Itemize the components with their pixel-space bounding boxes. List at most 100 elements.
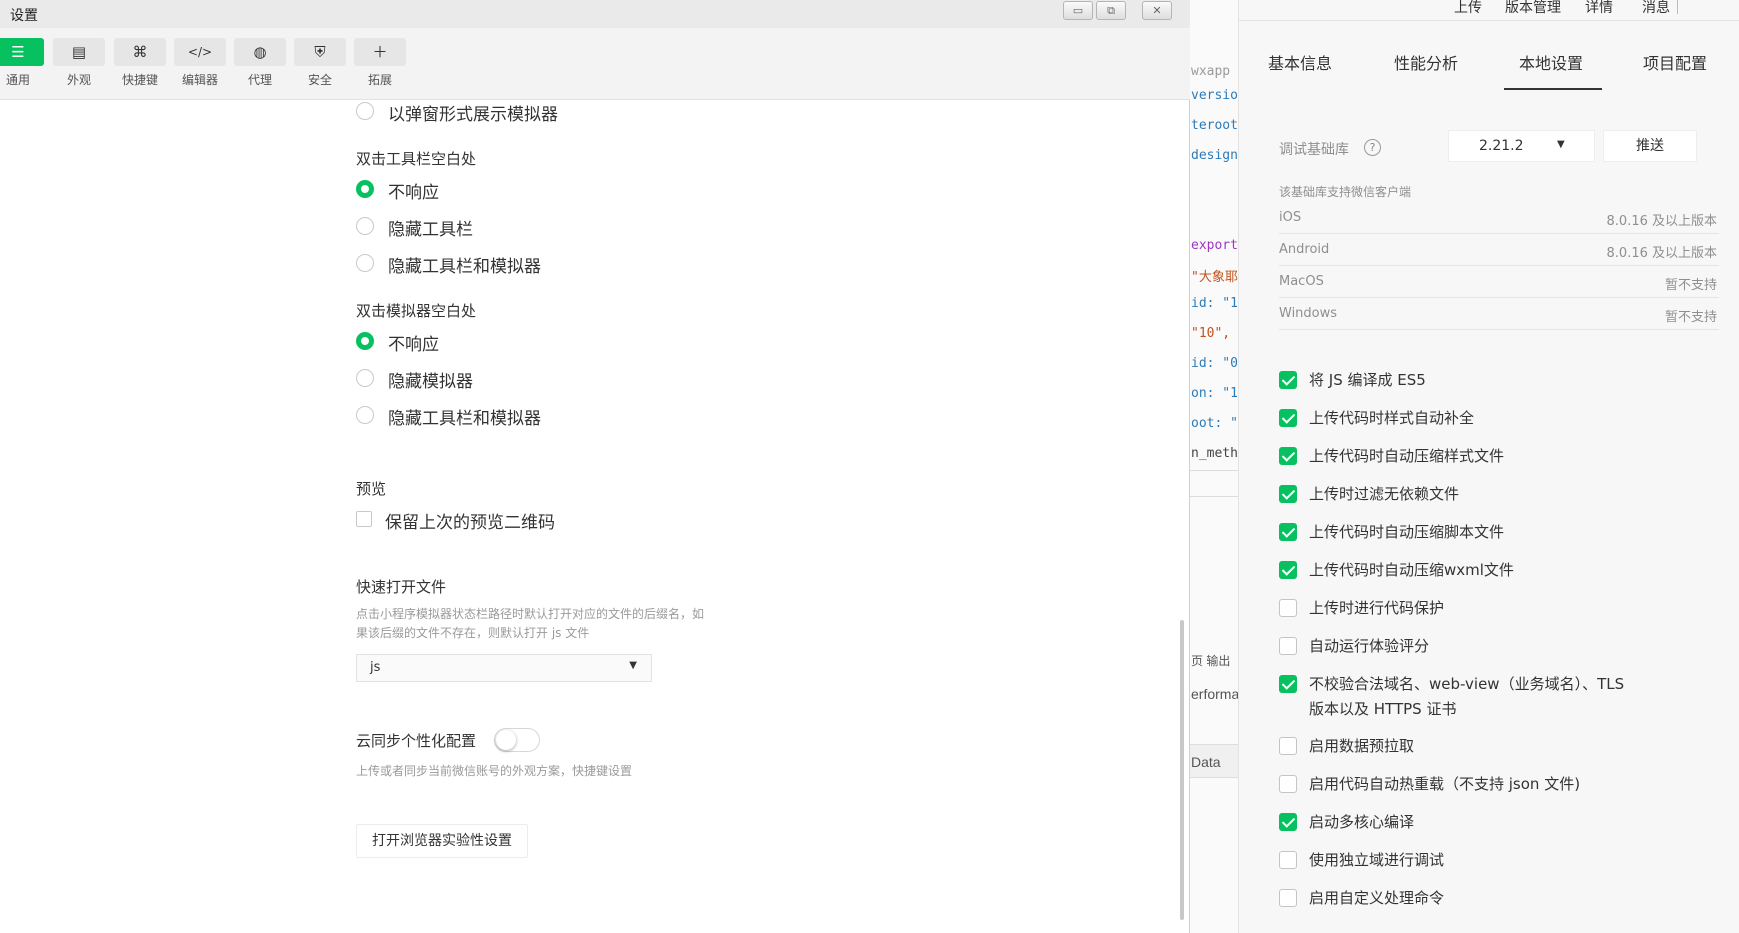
dblclick-simulator-hide-simulator-label: 隐藏模拟器 [388,372,473,392]
code-line: "10", [1191,326,1231,341]
code-editor-strip: wxapp version teroot design_ exports "大象… [1190,0,1238,933]
data-prefetch-checkbox[interactable] [1279,737,1297,755]
menu-version-management[interactable]: 版本管理 [1505,0,1561,17]
restore-icon[interactable]: ⧉ [1096,1,1126,20]
hot-reload-checkbox[interactable] [1279,775,1297,793]
style-autoprefix-checkbox[interactable] [1279,409,1297,427]
code-line: design_ [1191,148,1238,163]
divider [1279,233,1719,234]
menu-details[interactable]: 详情 [1585,0,1613,17]
devtools-tab-label[interactable]: Data [1191,754,1221,770]
cloud-sync-toggle[interactable] [494,728,540,752]
tab-label: 快捷键 [121,73,158,87]
es5-label: 将 JS 编译成 ES5 [1309,371,1426,389]
quick-open-hint-line1: 点击小程序模拟器状态栏路径时默认打开对应的文件的后缀名，如 [356,607,705,621]
tab-label: 拓展 [367,73,392,87]
platform-value-macos: 暂不支持 [1664,278,1717,293]
tab-editor[interactable]: </> 编辑器 [174,38,226,88]
globe-icon: ◍ [234,38,286,66]
tab-local-settings[interactable]: 本地设置 [1519,50,1583,74]
support-title: 该基础库支持微信客户端 [1279,185,1412,199]
dblclick-toolbar-hide-both-label: 隐藏工具栏和模拟器 [388,257,541,277]
tab-label: 通用 [5,73,30,87]
keep-qrcode-checkbox[interactable] [356,511,372,527]
tab-basic-info[interactable]: 基本信息 [1268,50,1332,74]
code-protect-checkbox[interactable] [1279,599,1297,617]
tab-security[interactable]: ⛨ 安全 [294,38,346,88]
minify-style-label: 上传代码时自动压缩样式文件 [1309,447,1505,465]
divider [1239,20,1739,21]
debug-lib-version-value: 2.21.2 [1479,138,1524,154]
toggle-knob [496,730,516,750]
window-icon: ▤ [53,38,105,66]
hot-reload-label: 启用代码自动热重载（不支持 json 文件) [1309,775,1581,793]
debug-lib-version-select[interactable]: 2.21.2 ▼ [1448,130,1595,162]
menu-upload[interactable]: 上传 [1454,0,1482,17]
cloud-sync-title: 云同步个性化配置 [356,732,477,750]
auto-audit-checkbox[interactable] [1279,637,1297,655]
shield-icon: ⛨ [294,38,346,66]
platform-name-windows: Windows [1279,306,1338,321]
popup-simulator-label: 以弹窗形式展示模拟器 [388,105,558,125]
open-browser-experimental-settings-button[interactable]: 打开浏览器实验性设置 [356,824,528,858]
tab-project-config[interactable]: 项目配置 [1643,50,1707,74]
title-bar: 设置 ▭ ⧉ ✕ [0,0,1190,28]
minify-style-checkbox[interactable] [1279,447,1297,465]
dblclick-simulator-hide-both-radio[interactable] [356,406,374,424]
multi-core-compile-label: 启动多核心编译 [1309,813,1415,831]
tab-extensions[interactable]: ＋ 拓展 [354,38,406,88]
minify-wxml-label: 上传代码时自动压缩wxml文件 [1309,561,1514,579]
skip-domain-check-checkbox[interactable] [1279,675,1297,693]
minimize-icon[interactable]: ▭ [1063,1,1093,20]
help-icon[interactable]: ? [1364,139,1381,156]
minify-script-checkbox[interactable] [1279,523,1297,541]
dblclick-simulator-hide-simulator-radio[interactable] [356,369,374,387]
dblclick-toolbar-hide-toolbar-label: 隐藏工具栏 [388,220,473,240]
dblclick-simulator-none-label: 不响应 [388,335,439,355]
tab-shortcuts[interactable]: ⌘ 快捷键 [114,38,166,88]
minify-wxml-checkbox[interactable] [1279,561,1297,579]
quick-open-title: 快速打开文件 [356,578,447,596]
tab-general[interactable]: ☰ 通用 [0,38,44,88]
tab-performance[interactable]: 性能分析 [1394,50,1458,74]
filter-unused-files-checkbox[interactable] [1279,485,1297,503]
code-line: version [1191,88,1238,103]
dblclick-toolbar-hide-both-radio[interactable] [356,254,374,272]
popup-simulator-radio[interactable] [356,102,374,120]
data-prefetch-label: 启用数据预拉取 [1309,737,1415,755]
divider [1279,265,1719,266]
dblclick-simulator-none-radio[interactable] [356,332,374,350]
push-button[interactable]: 推送 [1603,130,1697,162]
keep-qrcode-label: 保留上次的预览二维码 [385,513,555,533]
close-icon[interactable]: ✕ [1142,1,1172,20]
multi-core-compile-checkbox[interactable] [1279,813,1297,831]
tab-label: 代理 [247,73,272,87]
platform-name-android: Android [1279,242,1330,257]
menu-messages[interactable]: 消息 [1642,0,1670,17]
code-line: n_metho [1191,446,1238,461]
code-line: wxapp [1191,64,1231,79]
tab-appearance[interactable]: ▤ 外观 [53,38,105,88]
quick-open-extension-select[interactable]: js ▼ [356,654,652,682]
code-line: exports [1191,238,1238,253]
platform-name-ios: iOS [1279,210,1302,225]
tab-label: 安全 [307,73,332,87]
settings-scrollbar[interactable] [1180,620,1184,920]
devtools-tab-label[interactable]: 页 输出 [1191,652,1230,669]
code-line: oot: " [1191,416,1238,431]
dblclick-simulator-hide-both-label: 隐藏工具栏和模拟器 [388,409,541,429]
details-panel: 上传 版本管理 详情 消息 基本信息 性能分析 本地设置 项目配置 调试基础库 … [1238,0,1739,933]
divider [1190,496,1238,497]
divider [1279,329,1719,330]
dblclick-toolbar-title: 双击工具栏空白处 [356,150,477,168]
minify-script-label: 上传代码时自动压缩脚本文件 [1309,523,1505,541]
custom-command-checkbox[interactable] [1279,889,1297,907]
dblclick-toolbar-hide-toolbar-radio[interactable] [356,217,374,235]
dblclick-toolbar-none-radio[interactable] [356,180,374,198]
divider [1279,297,1719,298]
filter-unused-files-label: 上传时过滤无依赖文件 [1309,485,1460,503]
devtools-tab-label[interactable]: erformar [1191,686,1238,702]
isolated-domain-debug-checkbox[interactable] [1279,851,1297,869]
tab-proxy[interactable]: ◍ 代理 [234,38,286,88]
es5-checkbox[interactable] [1279,371,1297,389]
